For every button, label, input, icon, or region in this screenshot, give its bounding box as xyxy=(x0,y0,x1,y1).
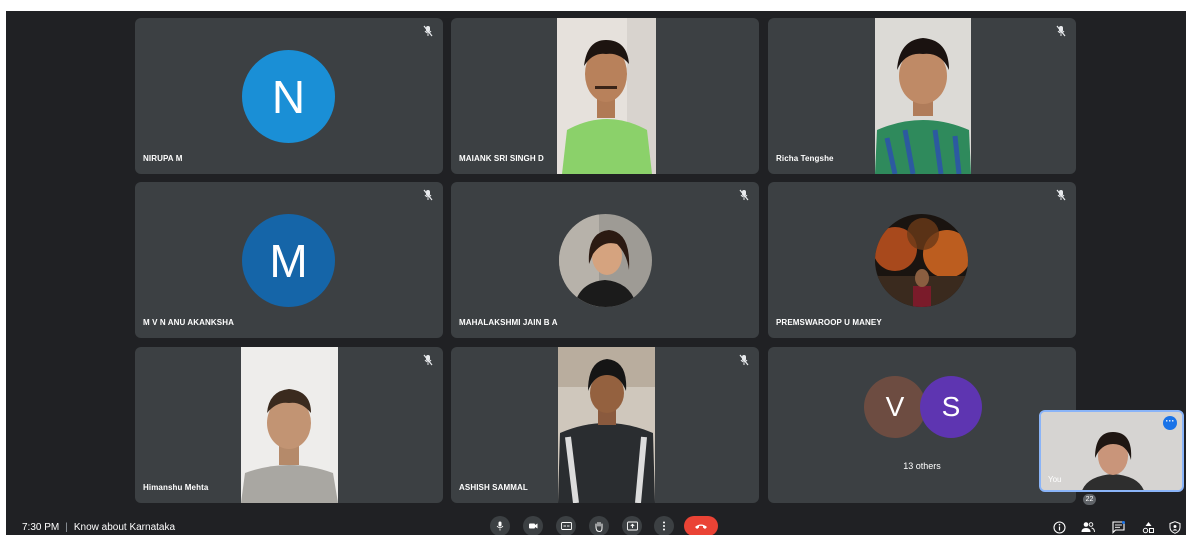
host-controls-button[interactable] xyxy=(1167,519,1183,535)
mic-off-icon xyxy=(1056,189,1066,201)
others-count-label: 13 others xyxy=(903,461,941,471)
bottom-bar: 7:30 PM | Know about Karnataka xyxy=(6,516,1186,535)
avatar-letter: V xyxy=(885,391,905,422)
person-video-icon xyxy=(557,18,656,174)
avatar-letter: M xyxy=(269,234,308,287)
participant-name: Richa Tengshe xyxy=(776,154,834,163)
mic-off-icon xyxy=(1056,25,1066,37)
mic-off-icon xyxy=(739,354,749,366)
present-button[interactable] xyxy=(622,516,642,535)
camera-button[interactable] xyxy=(523,516,543,535)
present-icon xyxy=(626,521,638,531)
self-name: You xyxy=(1048,475,1062,484)
mic-icon xyxy=(496,521,504,531)
participant-video xyxy=(558,347,655,503)
participant-tile[interactable]: ASHISH SAMMAL xyxy=(451,347,759,503)
avatar: N xyxy=(242,50,335,143)
camera-icon xyxy=(529,523,538,529)
participant-tile[interactable]: N NIRUPA M xyxy=(135,18,443,174)
more-options-button[interactable] xyxy=(654,516,674,535)
mic-button[interactable] xyxy=(490,516,510,535)
avatar-letter: N xyxy=(271,70,306,123)
mic-off-icon xyxy=(423,25,433,37)
mic-off-icon xyxy=(423,354,433,366)
person-video-icon xyxy=(241,347,338,503)
captions-icon xyxy=(560,522,572,530)
avatar-letter: S xyxy=(941,391,961,422)
profile-photo xyxy=(559,214,652,307)
participant-name: MAHALAKSHMI JAIN B A xyxy=(459,318,558,327)
raise-hand-button[interactable] xyxy=(589,516,609,535)
chat-button[interactable] xyxy=(1110,519,1126,535)
meeting-info: 7:30 PM | Know about Karnataka xyxy=(22,522,175,533)
meet-window: N NIRUPA M MAIANK SRI SINGH D Richa Teng… xyxy=(6,11,1186,535)
info-icon xyxy=(1052,520,1066,534)
more-options-icon[interactable]: ··· xyxy=(1163,416,1177,430)
profile-photo xyxy=(875,214,968,307)
participant-video xyxy=(557,18,656,174)
activities-button[interactable] xyxy=(1140,519,1156,535)
mic-off-icon xyxy=(739,189,749,201)
person-video-icon xyxy=(558,347,655,503)
people-icon xyxy=(1081,522,1095,533)
participant-name: ASHISH SAMMAL xyxy=(459,483,528,492)
participant-tile[interactable]: MAHALAKSHMI JAIN B A xyxy=(451,182,759,338)
avatar: M xyxy=(242,214,335,307)
meeting-time: 7:30 PM xyxy=(22,522,60,533)
avatar: V xyxy=(864,376,926,438)
activities-icon xyxy=(1142,521,1154,533)
more-options-icon xyxy=(663,521,665,531)
self-view-tile[interactable]: ··· You xyxy=(1039,410,1184,492)
participant-name: MAIANK SRI SINGH D xyxy=(459,154,544,163)
participant-tile[interactable]: Richa Tengshe xyxy=(768,18,1076,174)
meeting-details-button[interactable] xyxy=(1051,519,1067,535)
raise-hand-icon xyxy=(595,521,603,532)
people-button[interactable] xyxy=(1080,519,1096,535)
shield-icon xyxy=(1169,520,1181,534)
person-video-icon xyxy=(875,18,971,174)
participant-tile[interactable]: Himanshu Mehta xyxy=(135,347,443,503)
profile-photo-icon xyxy=(875,214,968,307)
end-call-icon xyxy=(695,524,707,529)
participant-name: PREMSWAROOP U MANEY xyxy=(776,318,882,327)
profile-photo-icon xyxy=(559,214,652,307)
chat-icon xyxy=(1111,520,1125,534)
participant-name: M V N ANU AKANKSHA xyxy=(143,318,234,327)
end-call-button[interactable] xyxy=(684,516,718,535)
mic-off-icon xyxy=(423,189,433,201)
meeting-title[interactable]: Know about Karnataka xyxy=(74,522,175,533)
participant-name: NIRUPA M xyxy=(143,154,183,163)
participant-tile[interactable]: M M V N ANU AKANKSHA xyxy=(135,182,443,338)
divider: | xyxy=(65,522,68,533)
participant-tile[interactable]: MAIANK SRI SINGH D xyxy=(451,18,759,174)
participant-video xyxy=(875,18,971,174)
avatar: S xyxy=(920,376,982,438)
participant-video xyxy=(241,347,338,503)
others-tile[interactable]: V S 13 others xyxy=(768,347,1076,503)
captions-button[interactable] xyxy=(556,516,576,535)
participant-count-badge: 22 xyxy=(1083,494,1096,505)
participant-name: Himanshu Mehta xyxy=(143,483,209,492)
participant-tile[interactable]: PREMSWAROOP U MANEY xyxy=(768,182,1076,338)
